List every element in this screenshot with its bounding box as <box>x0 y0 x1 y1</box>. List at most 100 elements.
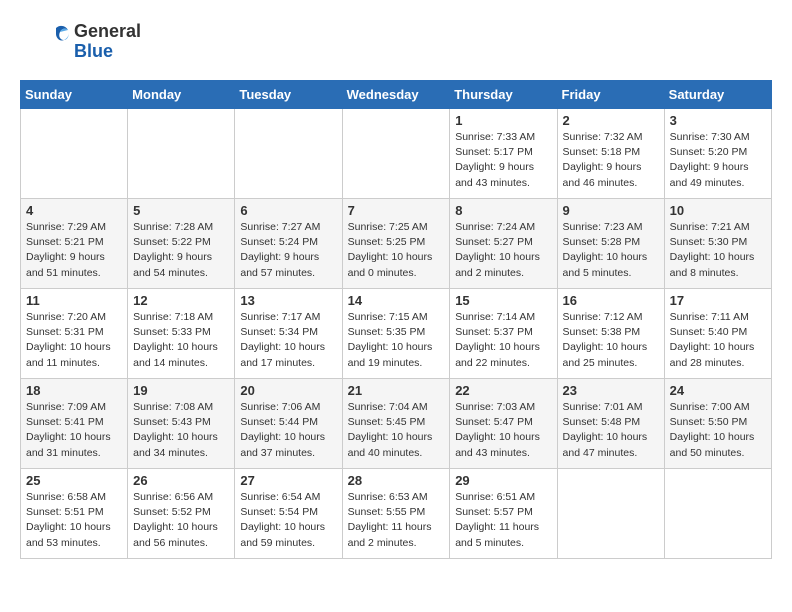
day-number: 14 <box>348 293 445 308</box>
day-detail: Sunrise: 7:23 AM Sunset: 5:28 PM Dayligh… <box>563 220 659 281</box>
day-number: 4 <box>26 203 122 218</box>
weekday-header: Monday <box>128 81 235 109</box>
calendar-cell: 27 Sunrise: 6:54 AM Sunset: 5:54 PM Dayli… <box>235 469 342 559</box>
day-number: 9 <box>563 203 659 218</box>
day-number: 7 <box>348 203 445 218</box>
calendar-cell: 3 Sunrise: 7:30 AM Sunset: 5:20 PM Daylig… <box>664 109 771 199</box>
day-detail: Sunrise: 7:04 AM Sunset: 5:45 PM Dayligh… <box>348 400 445 461</box>
calendar-cell: 2 Sunrise: 7:32 AM Sunset: 5:18 PM Daylig… <box>557 109 664 199</box>
day-number: 6 <box>240 203 336 218</box>
calendar-cell: 28 Sunrise: 6:53 AM Sunset: 5:55 PM Dayli… <box>342 469 450 559</box>
day-detail: Sunrise: 7:11 AM Sunset: 5:40 PM Dayligh… <box>670 310 766 371</box>
day-number: 15 <box>455 293 551 308</box>
day-number: 2 <box>563 113 659 128</box>
day-number: 12 <box>133 293 229 308</box>
calendar-table: SundayMondayTuesdayWednesdayThursdayFrid… <box>20 80 772 559</box>
day-detail: Sunrise: 7:01 AM Sunset: 5:48 PM Dayligh… <box>563 400 659 461</box>
calendar-cell: 10 Sunrise: 7:21 AM Sunset: 5:30 PM Dayli… <box>664 199 771 289</box>
calendar-cell: 11 Sunrise: 7:20 AM Sunset: 5:31 PM Dayli… <box>21 289 128 379</box>
day-number: 25 <box>26 473 122 488</box>
day-detail: Sunrise: 7:12 AM Sunset: 5:38 PM Dayligh… <box>563 310 659 371</box>
logo-icon <box>20 20 70 64</box>
page-header: GeneralBlue <box>20 20 772 64</box>
calendar-cell <box>21 109 128 199</box>
day-number: 26 <box>133 473 229 488</box>
day-number: 18 <box>26 383 122 398</box>
day-detail: Sunrise: 7:33 AM Sunset: 5:17 PM Dayligh… <box>455 130 551 191</box>
calendar-header-row: SundayMondayTuesdayWednesdayThursdayFrid… <box>21 81 772 109</box>
calendar-cell: 25 Sunrise: 6:58 AM Sunset: 5:51 PM Dayli… <box>21 469 128 559</box>
weekday-header: Thursday <box>450 81 557 109</box>
day-number: 29 <box>455 473 551 488</box>
calendar-week-row: 11 Sunrise: 7:20 AM Sunset: 5:31 PM Dayli… <box>21 289 772 379</box>
calendar-week-row: 1 Sunrise: 7:33 AM Sunset: 5:17 PM Daylig… <box>21 109 772 199</box>
calendar-cell: 14Sunrise: 7:15 AM Sunset: 5:35 PM Dayli… <box>342 289 450 379</box>
calendar-cell: 1 Sunrise: 7:33 AM Sunset: 5:17 PM Daylig… <box>450 109 557 199</box>
day-detail: Sunrise: 7:32 AM Sunset: 5:18 PM Dayligh… <box>563 130 659 191</box>
calendar-cell: 16 Sunrise: 7:12 AM Sunset: 5:38 PM Dayli… <box>557 289 664 379</box>
day-detail: Sunrise: 7:28 AM Sunset: 5:22 PM Dayligh… <box>133 220 229 281</box>
day-detail: Sunrise: 7:30 AM Sunset: 5:20 PM Dayligh… <box>670 130 766 191</box>
day-number: 3 <box>670 113 766 128</box>
weekday-header: Sunday <box>21 81 128 109</box>
day-detail: Sunrise: 7:20 AM Sunset: 5:31 PM Dayligh… <box>26 310 122 371</box>
day-number: 17 <box>670 293 766 308</box>
calendar-cell: 29 Sunrise: 6:51 AM Sunset: 5:57 PM Dayli… <box>450 469 557 559</box>
day-detail: Sunrise: 7:00 AM Sunset: 5:50 PM Dayligh… <box>670 400 766 461</box>
day-detail: Sunrise: 7:09 AM Sunset: 5:41 PM Dayligh… <box>26 400 122 461</box>
day-number: 19 <box>133 383 229 398</box>
day-detail: Sunrise: 7:06 AM Sunset: 5:44 PM Dayligh… <box>240 400 336 461</box>
day-number: 27 <box>240 473 336 488</box>
day-detail: Sunrise: 6:58 AM Sunset: 5:51 PM Dayligh… <box>26 490 122 551</box>
calendar-cell: 18 Sunrise: 7:09 AM Sunset: 5:41 PM Dayli… <box>21 379 128 469</box>
day-number: 22 <box>455 383 551 398</box>
calendar-cell: 12 Sunrise: 7:18 AM Sunset: 5:33 PM Dayli… <box>128 289 235 379</box>
day-detail: Sunrise: 7:03 AM Sunset: 5:47 PM Dayligh… <box>455 400 551 461</box>
day-detail: Sunrise: 6:56 AM Sunset: 5:52 PM Dayligh… <box>133 490 229 551</box>
day-detail: Sunrise: 7:08 AM Sunset: 5:43 PM Dayligh… <box>133 400 229 461</box>
day-number: 21 <box>348 383 445 398</box>
calendar-cell: 9 Sunrise: 7:23 AM Sunset: 5:28 PM Daylig… <box>557 199 664 289</box>
day-detail: Sunrise: 7:24 AM Sunset: 5:27 PM Dayligh… <box>455 220 551 281</box>
logo: GeneralBlue <box>20 20 141 64</box>
weekday-header: Friday <box>557 81 664 109</box>
calendar-cell <box>664 469 771 559</box>
calendar-cell: 21 Sunrise: 7:04 AM Sunset: 5:45 PM Dayli… <box>342 379 450 469</box>
calendar-cell <box>342 109 450 199</box>
logo-text: GeneralBlue <box>74 22 141 62</box>
calendar-week-row: 18 Sunrise: 7:09 AM Sunset: 5:41 PM Dayli… <box>21 379 772 469</box>
calendar-week-row: 25 Sunrise: 6:58 AM Sunset: 5:51 PM Dayli… <box>21 469 772 559</box>
day-number: 1 <box>455 113 551 128</box>
calendar-cell: 19 Sunrise: 7:08 AM Sunset: 5:43 PM Dayli… <box>128 379 235 469</box>
day-detail: Sunrise: 6:51 AM Sunset: 5:57 PM Dayligh… <box>455 490 551 551</box>
day-number: 13 <box>240 293 336 308</box>
calendar-cell: 23Sunrise: 7:01 AM Sunset: 5:48 PM Dayli… <box>557 379 664 469</box>
day-detail: Sunrise: 7:21 AM Sunset: 5:30 PM Dayligh… <box>670 220 766 281</box>
day-number: 11 <box>26 293 122 308</box>
day-number: 8 <box>455 203 551 218</box>
calendar-cell: 8 Sunrise: 7:24 AM Sunset: 5:27 PM Daylig… <box>450 199 557 289</box>
day-detail: Sunrise: 7:25 AM Sunset: 5:25 PM Dayligh… <box>348 220 445 281</box>
day-number: 20 <box>240 383 336 398</box>
day-detail: Sunrise: 7:29 AM Sunset: 5:21 PM Dayligh… <box>26 220 122 281</box>
calendar-cell: 24 Sunrise: 7:00 AM Sunset: 5:50 PM Dayli… <box>664 379 771 469</box>
calendar-cell <box>235 109 342 199</box>
calendar-cell <box>557 469 664 559</box>
day-detail: Sunrise: 6:53 AM Sunset: 5:55 PM Dayligh… <box>348 490 445 551</box>
day-detail: Sunrise: 7:27 AM Sunset: 5:24 PM Dayligh… <box>240 220 336 281</box>
day-number: 10 <box>670 203 766 218</box>
calendar-cell: 15 Sunrise: 7:14 AM Sunset: 5:37 PM Dayli… <box>450 289 557 379</box>
day-detail: Sunrise: 7:18 AM Sunset: 5:33 PM Dayligh… <box>133 310 229 371</box>
calendar-week-row: 4 Sunrise: 7:29 AM Sunset: 5:21 PM Daylig… <box>21 199 772 289</box>
day-number: 24 <box>670 383 766 398</box>
calendar-cell: 6 Sunrise: 7:27 AM Sunset: 5:24 PM Daylig… <box>235 199 342 289</box>
day-detail: Sunrise: 7:17 AM Sunset: 5:34 PM Dayligh… <box>240 310 336 371</box>
calendar-cell: 7 Sunrise: 7:25 AM Sunset: 5:25 PM Daylig… <box>342 199 450 289</box>
day-detail: Sunrise: 6:54 AM Sunset: 5:54 PM Dayligh… <box>240 490 336 551</box>
calendar-cell: 17 Sunrise: 7:11 AM Sunset: 5:40 PM Dayli… <box>664 289 771 379</box>
day-number: 28 <box>348 473 445 488</box>
calendar-cell: 20 Sunrise: 7:06 AM Sunset: 5:44 PM Dayli… <box>235 379 342 469</box>
day-number: 16 <box>563 293 659 308</box>
calendar-cell: 5Sunrise: 7:28 AM Sunset: 5:22 PM Daylig… <box>128 199 235 289</box>
day-detail: Sunrise: 7:14 AM Sunset: 5:37 PM Dayligh… <box>455 310 551 371</box>
